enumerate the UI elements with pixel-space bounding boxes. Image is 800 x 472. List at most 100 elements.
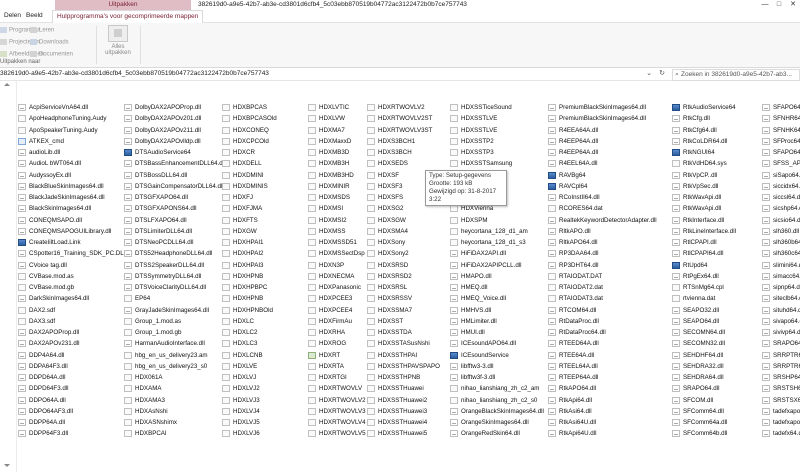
file-item[interactable]: CSpotter16_Training_SDK_PC.DLL xyxy=(18,248,128,259)
file-item[interactable]: hbg_en_us_delivery23_s0 xyxy=(124,361,234,372)
file-item[interactable]: slimini64.dll xyxy=(762,260,800,271)
file-item[interactable]: DTSBossDLL64.dll xyxy=(124,170,234,181)
file-item[interactable]: slh360c64.dll xyxy=(762,248,800,259)
file-item[interactable]: SRSTSX64.dll xyxy=(762,395,800,406)
file-item[interactable]: DolbyDAX2APOProp.dll xyxy=(124,102,234,113)
file-item[interactable]: SFAPO64.dll xyxy=(762,147,800,158)
file-item[interactable]: DAX2APOv231.dll xyxy=(18,338,128,349)
close-button[interactable]: ✕ xyxy=(786,0,800,10)
file-item[interactable]: DAX2.sdf xyxy=(18,305,128,316)
file-item[interactable]: SFAPO64.dll xyxy=(762,102,800,113)
file-item[interactable]: slh360.dll xyxy=(762,226,800,237)
file-item[interactable]: HiFiDAX2API.dll xyxy=(450,248,560,259)
file-item[interactable]: CONEQMSAPO.dll xyxy=(18,215,128,226)
file-item[interactable]: ApoSpeakerTuning.Audy xyxy=(18,125,128,136)
extract-all-button[interactable]: Alles uitpakken xyxy=(103,25,133,56)
file-item[interactable]: DDPD64A.dll xyxy=(18,372,128,383)
file-item[interactable]: tadefxapo64.dll xyxy=(762,417,800,428)
file-item[interactable]: HMUI.dll xyxy=(450,327,560,338)
address-path[interactable]: 382619d0-a9e5-42b7-ab3e-cd3801d6cfb4_5c0… xyxy=(0,68,620,80)
file-item[interactable]: DTSLimiterDLL64.dll xyxy=(124,226,234,237)
file-item[interactable]: HMHVS.dll xyxy=(450,305,560,316)
file-item[interactable]: siccidx64.dll xyxy=(762,181,800,192)
file-item[interactable]: siteclb64.dll xyxy=(762,293,800,304)
file-item[interactable]: DTSGainCompensatorDLL64.dll xyxy=(124,181,234,192)
file-item[interactable]: GrayJadeSkinImages64.dll xyxy=(124,305,234,316)
file-item[interactable]: RTEED64A.dll xyxy=(548,338,658,349)
minimize-button[interactable]: — xyxy=(758,0,772,10)
file-item[interactable]: SFNHR64.dll xyxy=(762,113,800,124)
file-item[interactable]: OrangeBlackSkinImages64.dll xyxy=(450,406,560,417)
file-item[interactable]: DarkSkinImages64.dll xyxy=(18,293,128,304)
file-item[interactable]: CreateIiltLoad.Link xyxy=(18,237,128,248)
file-item[interactable]: libfftw3-3.dll xyxy=(450,361,560,372)
scroll-up-icon[interactable] xyxy=(4,83,10,86)
file-item[interactable]: AcpiServiceVnA64.dll xyxy=(18,102,128,113)
file-item[interactable]: DTSBassEnhancementDLL64.dll xyxy=(124,158,234,169)
file-item[interactable]: slh360b64.dll xyxy=(762,237,800,248)
file-item[interactable]: DTSNeoPCDLL64.dll xyxy=(124,237,234,248)
file-item[interactable]: HDXSSTSamsung xyxy=(450,158,560,169)
file-item[interactable]: RTEEL64A.dll xyxy=(548,361,658,372)
file-item[interactable]: AudyssoyEx.dll xyxy=(18,170,128,181)
file-item[interactable]: HDXSSTLVE xyxy=(450,125,560,136)
file-item[interactable]: SRSHP64.dll xyxy=(762,372,800,383)
refresh-icon[interactable]: ↻ xyxy=(656,68,668,80)
file-item[interactable]: DTSSymmetryDLL64.dll xyxy=(124,271,234,282)
file-item[interactable]: HDXSSTP3 xyxy=(450,147,560,158)
file-item[interactable]: HDXSSTiceSound xyxy=(450,102,560,113)
file-item[interactable]: HDXBPCAI xyxy=(124,428,234,439)
file-item[interactable]: RTEE64A.dll xyxy=(548,350,658,361)
file-item[interactable]: ApoHeadphoneTuning.Audy xyxy=(18,113,128,124)
file-item[interactable]: RAVBg64 xyxy=(548,170,658,181)
file-item[interactable]: DAX2APOProp.dll xyxy=(18,327,128,338)
file-item[interactable]: DDPP64F3.dll xyxy=(18,428,128,439)
file-item[interactable]: HDXSSTLVE xyxy=(450,113,560,124)
file-item[interactable]: Group_1.mod.as xyxy=(124,316,234,327)
file-item[interactable]: RealtekKeywordDetectorAdapter.dll xyxy=(548,215,658,226)
file-item[interactable]: HDX061A xyxy=(124,372,234,383)
file-item[interactable]: HDXASNshimx xyxy=(124,417,234,428)
file-item[interactable]: HDXAMA xyxy=(124,383,234,394)
file-item[interactable]: DTSS2SpeakerDLL64.dll xyxy=(124,260,234,271)
file-item[interactable]: RtDataProc.dll xyxy=(548,316,658,327)
file-item[interactable]: HMEQ_Voice.dll xyxy=(450,293,560,304)
file-item[interactable]: RtkAPO64.dll xyxy=(548,383,658,394)
file-item[interactable]: PremiumBlackSkinImages64.dll xyxy=(548,102,658,113)
file-item[interactable]: situhd64.dll xyxy=(762,305,800,316)
search-input[interactable]: ⌕ Zoeken in 382619d0-a9e5-42b7-ab3... xyxy=(672,69,800,81)
file-item[interactable]: DDPP64A.dll xyxy=(18,417,128,428)
file-item[interactable]: OrangeSkinImages64.dll xyxy=(450,417,560,428)
file-item[interactable]: CVBase.mod.gb xyxy=(18,282,128,293)
file-item[interactable]: DolbyDAX2APOv201.dll xyxy=(124,113,234,124)
ribbon-item-6[interactable]: Documenten xyxy=(30,51,73,58)
file-item[interactable]: RtkAsi64.dll xyxy=(548,406,658,417)
file-item[interactable]: nihao_lianshiang_zh_c2_s0 xyxy=(450,395,560,406)
file-item[interactable]: DTSAudioService64 xyxy=(124,147,234,158)
file-item[interactable]: tadefx64.dll xyxy=(762,428,800,439)
file-item[interactable]: HarmanAudioInterface.dll xyxy=(124,338,234,349)
tab-compressed-tools[interactable]: Hulpprogramma's voor gecomprimeerde mapp… xyxy=(52,10,204,23)
file-item[interactable]: DTSGFXAPO64.dll xyxy=(124,192,234,203)
file-item[interactable]: DTSVoiceClarityDLL64.dll xyxy=(124,282,234,293)
file-item[interactable]: R4EEP64A.dll xyxy=(548,147,658,158)
file-item[interactable]: HDXAMA3 xyxy=(124,395,234,406)
file-item[interactable]: sivapo64.dll xyxy=(762,316,800,327)
file-item[interactable]: DDPO64A.dll xyxy=(18,395,128,406)
file-item[interactable]: ICEsoundAPO64.dll xyxy=(450,338,560,349)
file-item[interactable]: HDXSPM xyxy=(450,215,560,226)
file-item[interactable]: DDP4A64.dll xyxy=(18,350,128,361)
file-item[interactable]: RltkAPO.dll xyxy=(548,226,658,237)
file-item[interactable]: HMEQ.dll xyxy=(450,282,560,293)
file-item[interactable]: sicsio64.dll xyxy=(762,215,800,226)
file-item[interactable]: RAVCpl64 xyxy=(548,181,658,192)
file-item[interactable]: BlackJadeSkinImages64.dll xyxy=(18,192,128,203)
file-item[interactable]: siSapo64.dll xyxy=(762,170,800,181)
file-item[interactable]: Group_1.mod.gb xyxy=(124,327,234,338)
file-item[interactable]: ICEsoundService xyxy=(450,350,560,361)
file-item[interactable]: DTSLFXAPO64.dll xyxy=(124,215,234,226)
maximize-button[interactable]: □ xyxy=(772,0,786,10)
file-item[interactable]: RtkApi64U.dll xyxy=(548,428,658,439)
file-item[interactable]: R4EEA64A.dll xyxy=(548,125,658,136)
file-item[interactable]: R4EEP64A.dll xyxy=(548,136,658,147)
